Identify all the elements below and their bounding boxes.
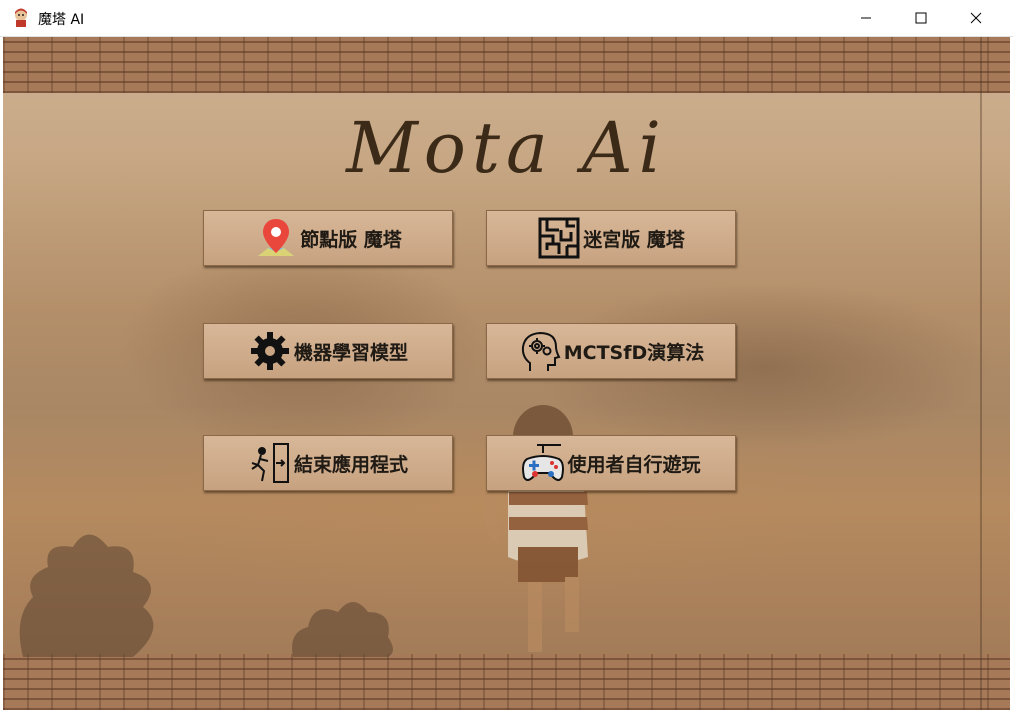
window-title: 魔塔 AI [38,12,85,28]
main-menu-canvas: Mota Ai 節點版 魔塔 迷宮版 魔塔 機器學習模型 MCTSfD演算法 結… [3,37,1010,710]
close-button[interactable] [953,0,999,36]
user-play-label: 使用者自行遊玩 [567,453,701,476]
ml-model-label: 機器學習模型 [293,341,408,364]
app-icon [15,8,27,27]
bush-silhouette [292,602,393,657]
node-version-label: 節點版 魔塔 [300,228,402,251]
maximize-icon [915,12,927,24]
maze-icon [537,216,581,260]
map-pin-icon [254,216,298,260]
brick-border-top [3,37,1010,93]
mctsfd-label: MCTSfD演算法 [563,341,705,364]
brain-gear-icon [518,329,562,373]
maze-version-button[interactable]: 迷宮版 魔塔 [486,210,736,266]
ml-model-button[interactable]: 機器學習模型 [203,323,453,379]
user-play-button[interactable]: 使用者自行遊玩 [486,435,736,491]
mctsfd-button[interactable]: MCTSfD演算法 [486,323,736,379]
app-logo: Mota Ai [346,107,667,189]
minimize-icon [861,17,871,19]
close-icon [970,12,982,24]
minimize-button[interactable] [843,0,889,36]
maximize-button[interactable] [898,0,944,36]
title-bar: 魔塔 AI [0,0,1013,37]
tree-silhouette [19,534,154,657]
maze-version-label: 迷宮版 魔塔 [583,228,685,251]
gear-icon [248,329,292,373]
exit-app-label: 結束應用程式 [293,453,408,476]
gamepad-icon [521,441,565,485]
exit-door-icon [248,441,292,485]
brick-border-bottom [3,654,1010,710]
node-version-button[interactable]: 節點版 魔塔 [203,210,453,266]
exit-app-button[interactable]: 結束應用程式 [203,435,453,491]
